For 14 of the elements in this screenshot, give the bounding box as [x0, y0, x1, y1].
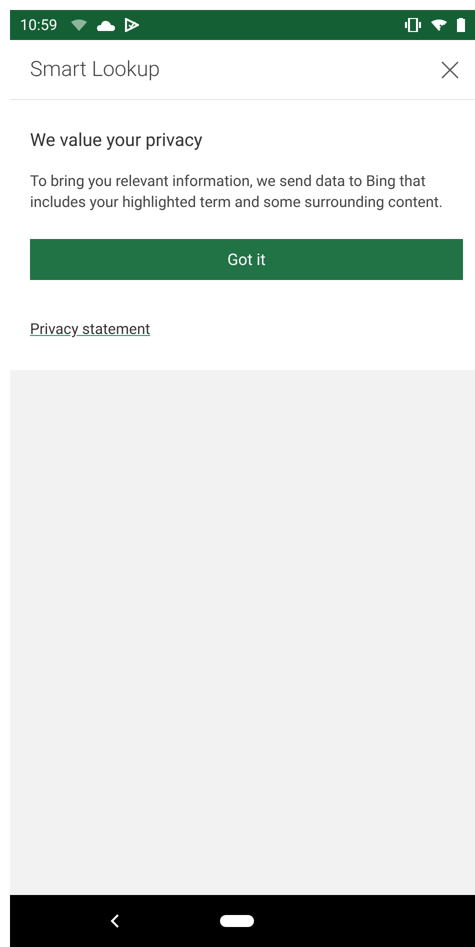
got-it-button[interactable]: Got it	[30, 239, 463, 280]
battery-icon	[457, 18, 465, 32]
privacy-statement-link[interactable]: Privacy statement	[30, 320, 150, 338]
back-icon[interactable]	[110, 914, 120, 928]
status-time: 10:59	[20, 16, 58, 34]
home-button[interactable]	[220, 915, 254, 927]
cloud-icon	[97, 20, 116, 30]
privacy-heading: We value your privacy	[30, 130, 202, 151]
wifi-off-icon	[431, 19, 447, 31]
vibrate-icon	[405, 18, 421, 32]
privacy-text: To bring you relevant information, we send data to Bing that includes your highlighted term and some surrounding content.	[30, 171, 444, 213]
wifi-icon	[71, 19, 88, 31]
close-button[interactable]	[439, 58, 461, 80]
panel-title: Smart Lookup	[30, 58, 160, 82]
